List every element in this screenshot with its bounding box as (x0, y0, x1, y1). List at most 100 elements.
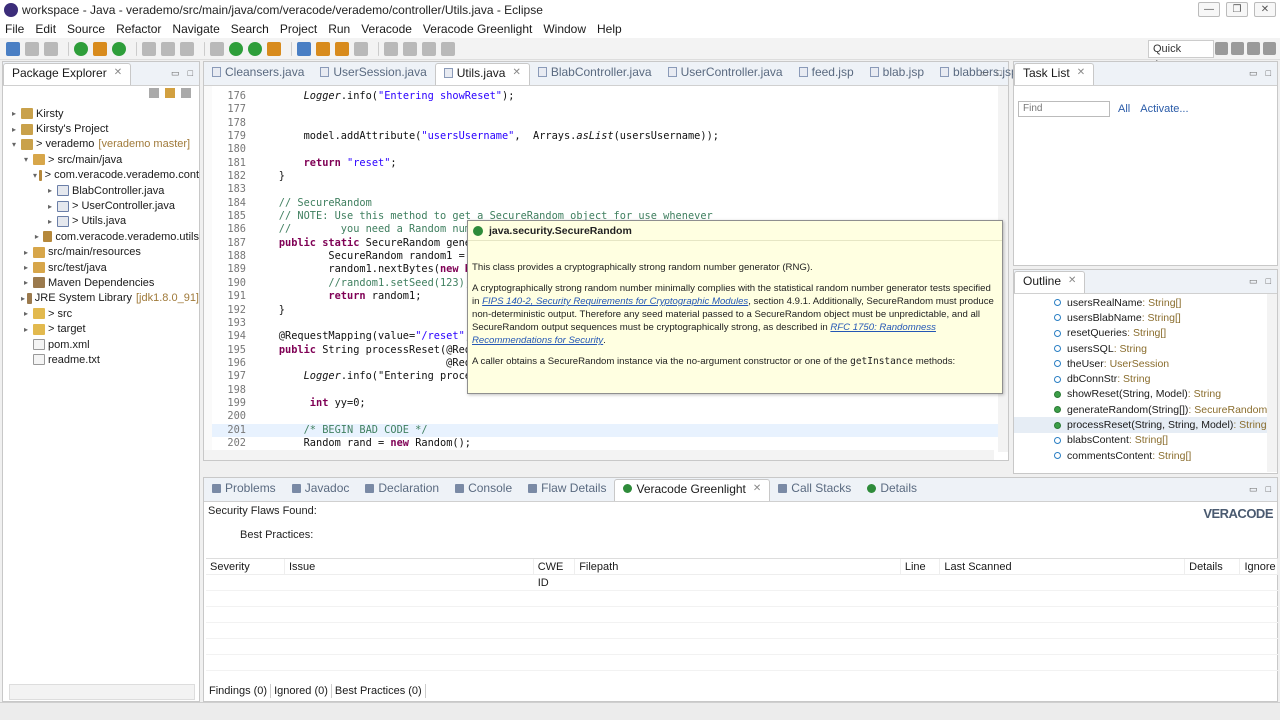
expand-arrow-icon[interactable]: ▸ (45, 217, 55, 226)
editor-tab[interactable]: blab.jsp (862, 63, 932, 85)
link-with-editor-icon[interactable] (165, 88, 175, 98)
column-header[interactable]: Issue (285, 558, 534, 575)
task-find-input[interactable]: Find (1018, 101, 1110, 117)
findings-footer-tab[interactable]: Best Practices (0) (332, 684, 426, 698)
tree-item[interactable]: ▸ > Utils.java (9, 214, 199, 229)
bottom-tab[interactable]: Details (859, 479, 925, 501)
expand-arrow-icon[interactable]: ▸ (21, 309, 31, 318)
next-annotation-icon[interactable] (384, 41, 398, 56)
run-icon[interactable] (229, 41, 243, 56)
editor-tab[interactable]: blabbers.jsp (932, 63, 1026, 85)
expand-arrow-icon[interactable]: ▸ (21, 294, 25, 303)
tree-item[interactable]: ▸ > src (9, 306, 199, 321)
expand-arrow-icon[interactable]: ▸ (21, 248, 31, 257)
editor-tab[interactable]: Cleansers.java (204, 63, 312, 85)
menu-navigate[interactable]: Navigate (172, 22, 219, 36)
tab-task-list[interactable]: Task List ✕ (1014, 63, 1095, 85)
external-tools-icon[interactable] (267, 41, 281, 56)
maximize-icon[interactable]: □ (997, 68, 1002, 79)
expand-arrow-icon[interactable]: ▸ (45, 186, 55, 195)
close-window-button[interactable]: ✕ (1254, 2, 1276, 17)
minimize-window-button[interactable]: — (1198, 2, 1220, 17)
collapse-all-icon[interactable] (149, 88, 159, 98)
editor-tab[interactable]: UserSession.java (312, 63, 434, 85)
close-icon[interactable]: ✕ (753, 479, 761, 499)
run-last-icon[interactable] (248, 41, 262, 56)
outline-item[interactable]: blabsContent : String[] (1014, 433, 1277, 448)
tree-item[interactable]: ▾ > src/main/java (9, 152, 199, 167)
outline-scrollbar[interactable] (1267, 294, 1277, 472)
outline-item[interactable]: commentsContent : String[] (1014, 448, 1277, 463)
bottom-tab[interactable]: Problems (204, 479, 284, 501)
tab-package-explorer[interactable]: Package Explorer ✕ (3, 63, 132, 85)
open-perspective-icon[interactable] (1215, 42, 1228, 55)
menu-refactor[interactable]: Refactor (116, 22, 161, 36)
tree-item[interactable]: ▾ > com.veracode.verademo.cont (9, 168, 199, 183)
back-icon[interactable] (422, 41, 436, 56)
expand-arrow-icon[interactable]: ▾ (21, 155, 31, 164)
bottom-tab[interactable]: Call Stacks (770, 479, 859, 501)
tree-item[interactable]: ▸ src/main/resources (9, 245, 199, 260)
fips-link[interactable]: FIPS 140-2, Security Requirements for Cr… (482, 296, 748, 307)
debug-perspective-icon[interactable] (1263, 42, 1276, 55)
bottom-tab[interactable]: Declaration (357, 479, 447, 501)
editor-tab[interactable]: BlabController.java (530, 63, 660, 85)
expand-arrow-icon[interactable]: ▸ (9, 125, 19, 134)
column-header[interactable]: Filepath (575, 558, 901, 575)
veracode-scan-icon[interactable] (74, 41, 88, 56)
close-icon[interactable]: ✕ (114, 63, 122, 83)
maximize-icon[interactable]: □ (1266, 276, 1271, 287)
menu-veracode-greenlight[interactable]: Veracode Greenlight (423, 22, 532, 36)
maximize-icon[interactable]: □ (188, 68, 193, 79)
menu-project[interactable]: Project (280, 22, 317, 36)
tree-item[interactable]: ▸ Maven Dependencies (9, 275, 199, 290)
tree-item[interactable]: ▸ Kirsty's Project (9, 121, 199, 136)
minimize-icon[interactable]: ▭ (171, 68, 180, 79)
column-header[interactable]: CWE ID (534, 558, 576, 589)
expand-arrow-icon[interactable]: ▸ (21, 325, 31, 334)
build-icon[interactable] (142, 41, 156, 56)
outline-item[interactable]: processReset(String, String, Model) : St… (1014, 417, 1277, 433)
previous-annotation-icon[interactable] (403, 41, 417, 56)
new-java-project-icon[interactable] (297, 41, 311, 56)
tree-item[interactable]: ▸ > target (9, 321, 199, 336)
close-icon[interactable]: ✕ (1077, 63, 1085, 83)
tree-item[interactable]: pom.xml (9, 337, 199, 352)
restore-window-button[interactable]: ❐ (1226, 2, 1248, 17)
editor-tab[interactable]: Utils.java ✕ (434, 63, 530, 85)
expand-arrow-icon[interactable]: ▸ (21, 278, 31, 287)
tree-item[interactable]: ▸ BlabController.java (9, 183, 199, 198)
findings-footer-tab[interactable]: Findings (0) (206, 684, 272, 698)
bottom-tab[interactable]: Javadoc (284, 479, 358, 501)
expand-arrow-icon[interactable]: ▸ (21, 263, 31, 272)
activate-task-link[interactable]: Activate... (1140, 103, 1188, 115)
java-ee-perspective-icon[interactable] (1231, 42, 1244, 55)
debug-icon[interactable] (210, 41, 224, 56)
search-icon[interactable] (354, 41, 368, 56)
tree-item[interactable]: readme.txt (9, 352, 199, 367)
menu-search[interactable]: Search (231, 22, 269, 36)
column-header[interactable]: Ignore (1240, 558, 1278, 575)
outline-item[interactable]: showReset(String, Model) : String (1014, 387, 1277, 402)
menu-file[interactable]: File (5, 22, 24, 36)
outline-item[interactable]: resetQueries : String[] (1014, 326, 1277, 341)
java-perspective-icon[interactable] (1247, 42, 1260, 55)
bottom-tab[interactable]: Console (447, 479, 520, 501)
menu-window[interactable]: Window (543, 22, 586, 36)
new-icon[interactable] (6, 41, 20, 56)
tab-outline[interactable]: Outline ✕ (1014, 271, 1086, 293)
menu-edit[interactable]: Edit (35, 22, 56, 36)
bottom-tab[interactable]: Veracode Greenlight ✕ (614, 479, 771, 501)
expand-arrow-icon[interactable]: ▾ (33, 171, 37, 180)
tree-item[interactable]: ▸ src/test/java (9, 260, 199, 275)
horizontal-scrollbar[interactable] (9, 684, 195, 700)
column-header[interactable]: Details (1185, 558, 1241, 575)
outline-item[interactable]: dbConnStr : String (1014, 371, 1277, 386)
bottom-tab[interactable]: Flaw Details (520, 479, 614, 501)
tree-item[interactable]: ▾ > verademo [verademo master] (9, 137, 199, 152)
expand-arrow-icon[interactable]: ▸ (45, 202, 55, 211)
outline-item[interactable]: generateRandom(String[]) : SecureRandom (1014, 402, 1277, 417)
expand-arrow-icon[interactable]: ▸ (33, 232, 41, 241)
veracode-greenlight-icon[interactable] (93, 41, 107, 56)
findings-footer-tab[interactable]: Ignored (0) (271, 684, 332, 698)
